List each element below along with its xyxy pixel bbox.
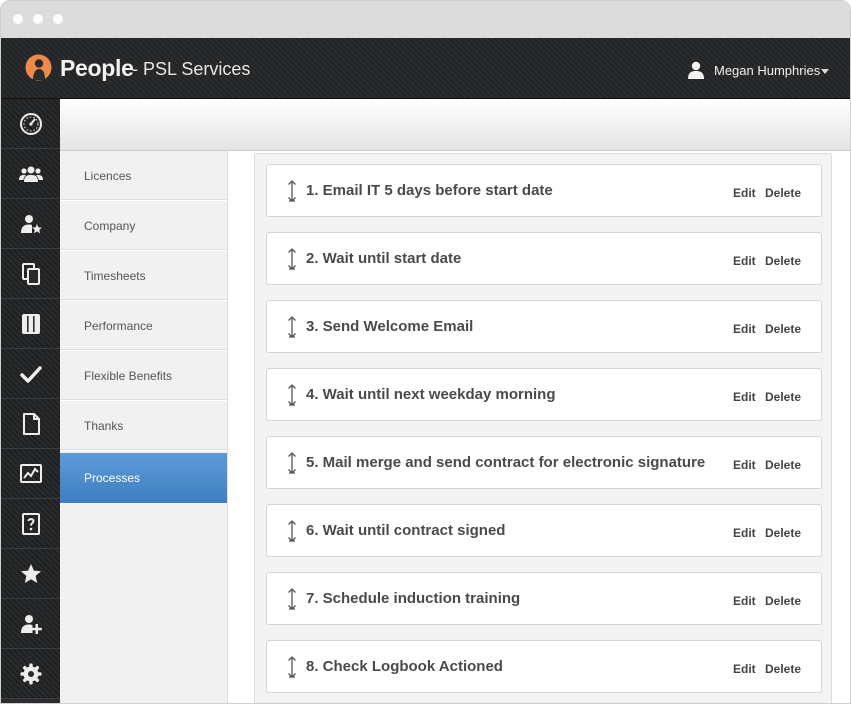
sidebar-reports-button[interactable] (1, 449, 60, 499)
process-step-row[interactable]: 1. Email IT 5 days before start date Edi… (266, 164, 822, 217)
process-step-label: 6. Wait until contract signed (306, 522, 506, 539)
edit-step-link[interactable]: Edit (733, 458, 756, 472)
menu-item-timesheets[interactable]: Timesheets (60, 251, 227, 301)
process-step-label: 3. Send Welcome Email (306, 318, 474, 335)
process-step-row[interactable]: 3. Send Welcome Email Edit Delete (266, 300, 822, 353)
edit-step-link[interactable]: Edit (733, 322, 756, 336)
company-name: - PSL Services (132, 59, 251, 79)
delete-step-link[interactable]: Delete (765, 322, 801, 336)
delete-step-link[interactable]: Delete (765, 458, 801, 472)
drag-handle-icon[interactable] (287, 180, 297, 202)
sidebar-help-button[interactable] (1, 499, 60, 549)
brand-name[interactable]: People (60, 55, 134, 82)
process-step-row[interactable]: 5. Mail merge and send contract for elec… (266, 436, 822, 489)
copy-documents-icon (21, 262, 40, 285)
user-icon[interactable] (687, 61, 705, 79)
process-steps-list: 1. Email IT 5 days before start date Edi… (254, 153, 832, 703)
process-step-label: 2. Wait until start date (306, 250, 462, 267)
drag-handle-icon[interactable] (287, 588, 297, 610)
gear-icon (20, 663, 41, 684)
sidebar-add-user-button[interactable] (1, 599, 60, 649)
delete-step-link[interactable]: Delete (765, 186, 801, 200)
process-step-row[interactable]: 6. Wait until contract signed Edit Delet… (266, 504, 822, 557)
menu-item-processes[interactable]: Processes (60, 453, 227, 503)
window-titlebar (1, 1, 850, 38)
icon-sidebar (1, 99, 60, 703)
process-step-row[interactable]: 2. Wait until start date Edit Delete (266, 232, 822, 285)
delete-step-link[interactable]: Delete (765, 254, 801, 268)
edit-step-link[interactable]: Edit (733, 390, 756, 404)
menu-item-company[interactable]: Company (60, 201, 227, 251)
process-step-label: 4. Wait until next weekday morning (306, 386, 556, 403)
sidebar-user-star-button[interactable] (1, 199, 60, 249)
sidebar-tasks-button[interactable] (1, 349, 60, 399)
sidebar-notebook-button[interactable] (1, 299, 60, 349)
document-icon (22, 412, 40, 435)
checkmark-icon (19, 365, 42, 383)
settings-menu: Licences Company Timesheets Performance … (60, 151, 228, 703)
process-step-label: 8. Check Logbook Actioned (306, 658, 503, 675)
drag-handle-icon[interactable] (287, 248, 297, 270)
edit-step-link[interactable]: Edit (733, 526, 756, 540)
chevron-down-icon[interactable] (821, 69, 829, 74)
people-logo-icon[interactable] (25, 54, 52, 81)
user-star-icon (20, 214, 42, 233)
star-icon (20, 563, 41, 583)
drag-handle-icon[interactable] (287, 452, 297, 474)
help-document-icon (21, 512, 40, 535)
sidebar-documents-button[interactable] (1, 249, 60, 299)
sidebar-settings-button[interactable] (1, 649, 60, 699)
edit-step-link[interactable]: Edit (733, 186, 756, 200)
sidebar-dashboard-button[interactable] (1, 99, 60, 149)
delete-step-link[interactable]: Delete (765, 526, 801, 540)
add-user-icon (20, 614, 42, 634)
content-toolbar (60, 99, 850, 151)
window-close-dot[interactable] (13, 14, 23, 24)
process-step-row[interactable]: 8. Check Logbook Actioned Edit Delete (266, 640, 822, 693)
menu-item-performance[interactable]: Performance (60, 301, 227, 351)
drag-handle-icon[interactable] (287, 384, 297, 406)
dashboard-icon (19, 112, 42, 135)
delete-step-link[interactable]: Delete (765, 390, 801, 404)
edit-step-link[interactable]: Edit (733, 254, 756, 268)
app-header: People - PSL Services Megan Humphries (1, 38, 850, 99)
sidebar-document-button[interactable] (1, 399, 60, 449)
menu-item-flexible-benefits[interactable]: Flexible Benefits (60, 351, 227, 401)
drag-handle-icon[interactable] (287, 316, 297, 338)
main-content: 1. Email IT 5 days before start date Edi… (228, 151, 850, 703)
edit-step-link[interactable]: Edit (733, 662, 756, 676)
window-minimize-dot[interactable] (33, 14, 43, 24)
menu-item-thanks[interactable]: Thanks (60, 401, 227, 451)
browser-window: People - PSL Services Megan Humphries Li… (0, 0, 851, 704)
sidebar-people-button[interactable] (1, 149, 60, 199)
drag-handle-icon[interactable] (287, 656, 297, 678)
process-step-row[interactable]: 7. Schedule induction training Edit Dele… (266, 572, 822, 625)
menu-item-licences[interactable]: Licences (60, 151, 227, 201)
window-zoom-dot[interactable] (53, 14, 63, 24)
notebook-icon (21, 313, 40, 334)
process-step-label: 5. Mail merge and send contract for elec… (306, 454, 706, 471)
people-icon (18, 166, 43, 182)
user-menu-name[interactable]: Megan Humphries (714, 63, 820, 78)
process-step-label: 1. Email IT 5 days before start date (306, 182, 553, 199)
delete-step-link[interactable]: Delete (765, 594, 801, 608)
delete-step-link[interactable]: Delete (765, 662, 801, 676)
edit-step-link[interactable]: Edit (733, 594, 756, 608)
sidebar-favourites-button[interactable] (1, 549, 60, 599)
process-step-label: 7. Schedule induction training (306, 590, 521, 607)
process-step-row[interactable]: 4. Wait until next weekday morning Edit … (266, 368, 822, 421)
chart-icon (19, 463, 42, 483)
drag-handle-icon[interactable] (287, 520, 297, 542)
